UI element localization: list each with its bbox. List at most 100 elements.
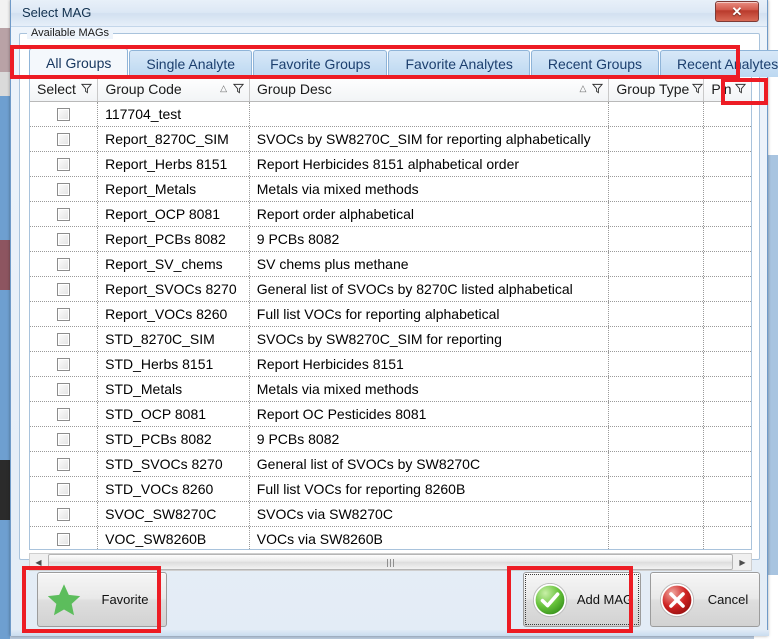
dialog-bottom-strip <box>11 630 769 636</box>
cell-code: 117704_test <box>98 102 250 126</box>
column-header-label: Pin <box>711 81 731 97</box>
row-checkbox[interactable] <box>57 433 70 446</box>
tab-single-analyte[interactable]: Single Analyte <box>129 50 252 77</box>
row-checkbox[interactable] <box>57 208 70 221</box>
sort-ascending-icon: △ <box>220 83 227 94</box>
favorite-button[interactable]: Favorite <box>37 572 167 627</box>
column-header-select[interactable]: Select <box>30 76 98 101</box>
row-checkbox[interactable] <box>57 183 70 196</box>
cell-pin <box>704 427 751 451</box>
tab-all-groups[interactable]: All Groups <box>29 48 128 77</box>
cell-code: Report_SV_chems <box>98 252 250 276</box>
row-checkbox[interactable] <box>57 108 70 121</box>
row-select-cell <box>30 152 98 176</box>
cell-code: Report_SVOCs 8270 <box>98 277 250 301</box>
cell-desc: Report Herbicides 8151 <box>250 352 610 376</box>
column-header-label: Group Desc <box>257 81 332 97</box>
table-row[interactable]: SVOC_SW8270CSVOCs via SW8270C <box>30 502 751 527</box>
row-checkbox[interactable] <box>57 158 70 171</box>
table-row[interactable]: STD_PCBs 80829 PCBs 8082 <box>30 427 751 452</box>
cell-desc: Report order alphabetical <box>250 202 610 226</box>
row-select-cell <box>30 202 98 226</box>
cell-type <box>609 452 704 476</box>
table-row[interactable]: Report_Herbs 8151Report Herbicides 8151 … <box>30 152 751 177</box>
row-checkbox[interactable] <box>57 483 70 496</box>
tab-favorite-analytes[interactable]: Favorite Analytes <box>388 50 529 77</box>
row-checkbox[interactable] <box>57 333 70 346</box>
table-row[interactable]: STD_SVOCs 8270General list of SVOCs by S… <box>30 452 751 477</box>
row-select-cell <box>30 352 98 376</box>
add-mag-button[interactable]: Add MAG <box>523 572 641 627</box>
table-row[interactable]: STD_Herbs 8151Report Herbicides 8151 <box>30 352 751 377</box>
cell-desc: SV chems plus methane <box>250 252 610 276</box>
filter-funnel-icon[interactable] <box>689 83 704 94</box>
close-button[interactable]: ✕ <box>715 1 759 22</box>
tab-recent-analytes[interactable]: Recent Analytes <box>660 50 778 77</box>
table-row[interactable]: Report_8270C_SIMSVOCs by SW8270C_SIM for… <box>30 127 751 152</box>
table-row[interactable]: STD_VOCs 8260Full list VOCs for reportin… <box>30 477 751 502</box>
cell-type <box>609 377 704 401</box>
cell-pin <box>704 502 751 526</box>
cell-type <box>609 502 704 526</box>
cell-code: Report_Metals <box>98 177 250 201</box>
table-row[interactable]: 117704_test <box>30 102 751 127</box>
column-header-code[interactable]: Group Code△ <box>98 76 250 101</box>
cell-desc: General list of SVOCs by SW8270C <box>250 452 610 476</box>
cell-pin <box>704 102 751 126</box>
row-select-cell <box>30 127 98 151</box>
row-checkbox[interactable] <box>57 258 70 271</box>
filter-funnel-icon[interactable] <box>230 83 249 94</box>
cell-pin <box>704 452 751 476</box>
column-header-label: Select <box>37 81 76 97</box>
tab-recent-groups[interactable]: Recent Groups <box>531 50 659 77</box>
table-row[interactable]: Report_OCP 8081Report order alphabetical <box>30 202 751 227</box>
table-row[interactable]: Report_MetalsMetals via mixed methods <box>30 177 751 202</box>
row-checkbox[interactable] <box>57 508 70 521</box>
table-row[interactable]: VOC_SW8260BVOCs via SW8260B <box>30 527 751 549</box>
cancel-button[interactable]: Cancel <box>650 572 760 627</box>
column-header-pin[interactable]: Pin <box>704 76 751 101</box>
column-header-type[interactable]: Group Type <box>609 76 704 101</box>
cell-pin <box>704 277 751 301</box>
cell-pin <box>704 302 751 326</box>
table-row[interactable]: STD_MetalsMetals via mixed methods <box>30 377 751 402</box>
cell-type <box>609 527 704 549</box>
check-circle-icon <box>530 580 570 620</box>
cell-type <box>609 152 704 176</box>
cancel-button-label: Cancel <box>697 592 759 607</box>
table-row[interactable]: Report_SV_chemsSV chems plus methane <box>30 252 751 277</box>
filter-funnel-icon[interactable] <box>589 83 608 94</box>
row-select-cell <box>30 427 98 451</box>
column-header-desc[interactable]: Group Desc△ <box>250 76 609 101</box>
row-checkbox[interactable] <box>57 458 70 471</box>
cell-desc: SVOCs via SW8270C <box>250 502 610 526</box>
row-checkbox[interactable] <box>57 133 70 146</box>
row-checkbox[interactable] <box>57 233 70 246</box>
filter-funnel-icon[interactable] <box>732 83 751 94</box>
cell-code: Report_8270C_SIM <box>98 127 250 151</box>
row-checkbox[interactable] <box>57 408 70 421</box>
table-row[interactable]: STD_OCP 8081Report OC Pesticides 8081 <box>30 402 751 427</box>
row-select-cell <box>30 302 98 326</box>
row-checkbox[interactable] <box>57 383 70 396</box>
cell-pin <box>704 177 751 201</box>
table-row[interactable]: Report_SVOCs 8270General list of SVOCs b… <box>30 277 751 302</box>
row-checkbox[interactable] <box>57 308 70 321</box>
cell-desc: 9 PCBs 8082 <box>250 427 610 451</box>
filter-funnel-icon[interactable] <box>78 83 97 94</box>
table-row[interactable]: Report_VOCs 8260Full list VOCs for repor… <box>30 302 751 327</box>
row-checkbox[interactable] <box>57 358 70 371</box>
cell-type <box>609 302 704 326</box>
table-row[interactable]: Report_PCBs 80829 PCBs 8082 <box>30 227 751 252</box>
cell-desc <box>250 102 610 126</box>
tab-favorite-groups[interactable]: Favorite Groups <box>253 50 387 77</box>
row-select-cell <box>30 327 98 351</box>
row-checkbox[interactable] <box>57 283 70 296</box>
column-header-label: Group Type <box>616 81 689 97</box>
table-row[interactable]: STD_8270C_SIMSVOCs by SW8270C_SIM for re… <box>30 327 751 352</box>
available-mags-groupbox: All GroupsSingle AnalyteFavorite GroupsF… <box>19 33 760 560</box>
cell-desc: SVOCs by SW8270C_SIM for reporting alpha… <box>250 127 610 151</box>
row-select-cell <box>30 227 98 251</box>
row-checkbox[interactable] <box>57 533 70 546</box>
star-icon <box>44 580 84 620</box>
